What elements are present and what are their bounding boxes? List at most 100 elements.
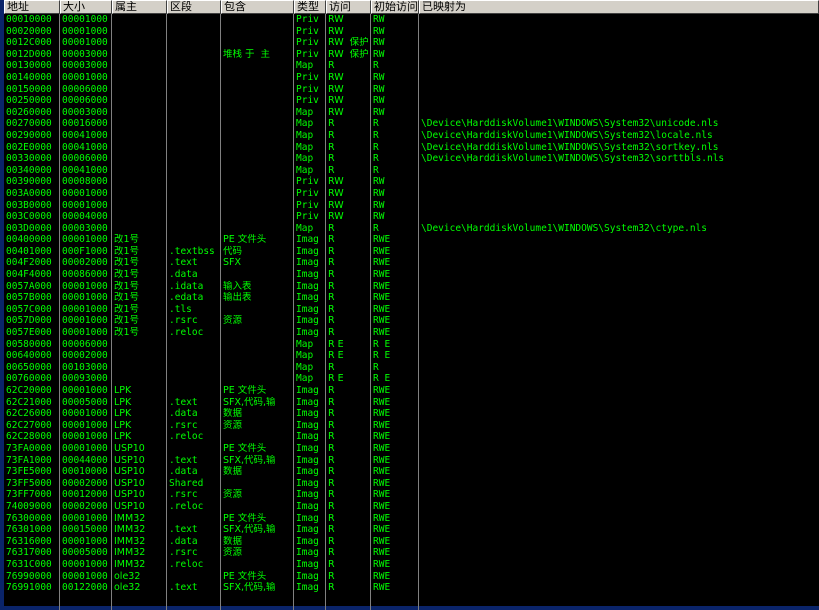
- cell-access: R: [328, 512, 335, 524]
- table-row[interactable]: 00650000 00103000 Map R R: [4, 362, 819, 374]
- column-header-addr[interactable]: 地址: [4, 0, 60, 14]
- table-row[interactable]: 00400000 00001000 改1号 PE 文件头 Imag R RWE: [4, 234, 819, 246]
- cell-mapped: [419, 571, 819, 583]
- table-row[interactable]: 00330000 00006000 Map R R \Device\HarddiskVol…: [4, 153, 819, 165]
- cell-section: .tls: [169, 303, 192, 315]
- table-row[interactable]: 004F2000 00002000 改1号 .text SFX Imag R RWE: [4, 257, 819, 269]
- cell-size: 00093000: [62, 373, 108, 385]
- table-row[interactable]: 73FE5000 00010000 USP10 .data 数据 Imag R RWE: [4, 466, 819, 478]
- table-row[interactable]: 62C28000 00001000 LPK .reloc Imag R RWE: [4, 431, 819, 443]
- table-row[interactable]: 0057C000 00001000 改1号 .tls Imag R RWE: [4, 304, 819, 316]
- table-row[interactable]: 00010000 00001000 Priv RW RW: [4, 14, 819, 26]
- cell-section: .data: [169, 408, 198, 420]
- table-row[interactable]: 00340000 00041000 Map R R: [4, 165, 819, 177]
- cell-size: 00001000: [62, 292, 108, 304]
- table-row[interactable]: 004F4000 00086000 改1号 .data Imag R RWE: [4, 269, 819, 281]
- cell-mapped: [419, 176, 819, 188]
- column-header-size[interactable]: 大小: [60, 0, 112, 14]
- column-divider: [370, 14, 371, 610]
- table-row[interactable]: 73FF7000 00012000 USP10 .rsrc 资源 Imag R RWE: [4, 489, 819, 501]
- table-row[interactable]: 76316000 00001000 IMM32 .data 数据 Imag R RWE: [4, 536, 819, 548]
- cell-contains: [221, 478, 294, 490]
- table-row[interactable]: 00580000 00006000 Map R E R E: [4, 339, 819, 351]
- table-row[interactable]: 00390000 00008000 Priv RW RW: [4, 176, 819, 188]
- column-header-section[interactable]: 区段: [167, 0, 221, 14]
- table-row[interactable]: 00290000 00041000 Map R R \Device\HarddiskVol…: [4, 130, 819, 142]
- column-header-type[interactable]: 类型: [294, 0, 326, 14]
- table-row[interactable]: 62C21000 00005000 LPK .text SFX,代码,输 Imag R RWE: [4, 397, 819, 409]
- table-row[interactable]: 00401000 000F1000 改1号 .textbss 代码 Imag R RWE: [4, 246, 819, 258]
- table-row[interactable]: 74009000 00002000 USP10 .reloc Imag R RWE: [4, 501, 819, 513]
- cell-contains: [221, 362, 294, 374]
- table-row[interactable]: 00130000 00003000 Map R R: [4, 60, 819, 72]
- table-row[interactable]: 0057B000 00001000 改1号 .edata 输出表 Imag R RWE: [4, 292, 819, 304]
- cell-size: 00001000: [62, 25, 108, 37]
- cell-mapped: [419, 524, 819, 536]
- table-row[interactable]: 73FF5000 00002000 USP10 Shared Imag R RWE: [4, 478, 819, 490]
- cell-addr: 76990000: [6, 570, 52, 582]
- column-header-mapped[interactable]: 已映射为: [419, 0, 819, 14]
- cell-addr: 73FF5000: [6, 477, 52, 489]
- column-header-contains[interactable]: 包含: [221, 0, 294, 14]
- cell-addr: 00390000: [6, 176, 52, 188]
- table-row[interactable]: 7631C000 00001000 IMM32 .reloc Imag R RWE: [4, 559, 819, 571]
- cell-owner: [112, 373, 167, 385]
- table-row[interactable]: 00760000 00093000 Map R E R E: [4, 373, 819, 385]
- cell-contains: [221, 130, 294, 142]
- table-row[interactable]: 003C0000 00004000 Priv RW RW: [4, 211, 819, 223]
- cell-initial: RWE: [373, 582, 391, 594]
- cell-contains: [221, 37, 294, 49]
- table-row[interactable]: 76317000 00005000 IMM32 .rsrc 资源 Imag R RWE: [4, 547, 819, 559]
- table-row[interactable]: 76991000 00122000 ole32 .text SFX,代码,输 Imag R R…: [4, 582, 819, 594]
- cell-owner: USP10: [114, 442, 145, 454]
- table-row[interactable]: 76990000 00001000 ole32 PE 文件头 Imag R RWE: [4, 571, 819, 583]
- cell-owner: LPK: [114, 408, 132, 420]
- memory-map-table[interactable]: 00010000 00001000 Priv RW RW 00020000 00001000…: [4, 14, 819, 610]
- column-header-owner[interactable]: 属主: [112, 0, 167, 14]
- table-row[interactable]: 00260000 00003000 Map RW RW: [4, 107, 819, 119]
- cell-contains: [221, 84, 294, 96]
- table-row[interactable]: 73FA1000 00044000 USP10 .text SFX,代码,输 Imag R R…: [4, 455, 819, 467]
- cell-mapped: [419, 315, 819, 327]
- cell-addr: 00140000: [6, 71, 52, 83]
- table-row[interactable]: 0012D000 00003000 堆栈 于 主 Priv RW 保护 RW: [4, 49, 819, 61]
- table-row[interactable]: 00270000 00016000 Map R R \Device\HarddiskVol…: [4, 118, 819, 130]
- table-row[interactable]: 00250000 00006000 Priv RW RW: [4, 95, 819, 107]
- table-row[interactable]: 76300000 00001000 IMM32 PE 文件头 Imag R RWE: [4, 513, 819, 525]
- table-row[interactable]: 003A0000 00001000 Priv RW RW: [4, 188, 819, 200]
- cell-size: 00001000: [62, 14, 108, 25]
- cell-initial: RW: [373, 176, 385, 188]
- table-row[interactable]: 00140000 00001000 Priv RW RW: [4, 72, 819, 84]
- cell-initial: R E: [373, 338, 391, 350]
- cell-mapped: [419, 489, 819, 501]
- table-row[interactable]: 0057D000 00001000 改1号 .rsrc 资源 Imag R RWE: [4, 315, 819, 327]
- table-row[interactable]: 003D0000 00003000 Map R R \Device\HarddiskVol…: [4, 223, 819, 235]
- cell-type: Map: [296, 373, 314, 385]
- table-row[interactable]: 0057A000 00001000 改1号 .idata 输入表 Imag R RWE: [4, 281, 819, 293]
- table-row[interactable]: 0012C000 00001000 Priv RW 保护 RW: [4, 37, 819, 49]
- cell-owner: [112, 107, 167, 119]
- cell-owner: IMM32: [114, 512, 146, 524]
- table-row[interactable]: 76301000 00015000 IMM32 .text SFX,代码,输 Imag R R…: [4, 524, 819, 536]
- cell-type: Map: [296, 141, 314, 153]
- column-header-initial[interactable]: 初始访问: [371, 0, 419, 14]
- column-header-access[interactable]: 访问: [326, 0, 371, 14]
- cell-size: 00005000: [62, 547, 108, 559]
- cell-section: [167, 60, 221, 72]
- cell-mapped: [419, 431, 819, 443]
- table-row[interactable]: 62C26000 00001000 LPK .data 数据 Imag R RWE: [4, 408, 819, 420]
- table-row[interactable]: 62C27000 00001000 LPK .rsrc 资源 Imag R RWE: [4, 420, 819, 432]
- table-row[interactable]: 73FA0000 00001000 USP10 PE 文件头 Imag R RWE: [4, 443, 819, 455]
- cell-owner: LPK: [114, 396, 132, 408]
- table-row[interactable]: 003B0000 00001000 Priv RW RW: [4, 200, 819, 212]
- cell-section: .data: [169, 466, 198, 478]
- cell-initial: RW: [373, 25, 385, 37]
- table-row[interactable]: 0057E000 00001000 改1号 .reloc Imag R RWE: [4, 327, 819, 339]
- table-row[interactable]: 00020000 00001000 Priv RW RW: [4, 26, 819, 38]
- cell-type: Imag: [296, 582, 319, 594]
- cell-contains: [221, 188, 294, 200]
- table-row[interactable]: 002E0000 00041000 Map R R \Device\HarddiskVol…: [4, 142, 819, 154]
- table-row[interactable]: 00150000 00006000 Priv RW RW: [4, 84, 819, 96]
- table-row[interactable]: 00640000 00002000 Map R E R E: [4, 350, 819, 362]
- table-row[interactable]: 62C20000 00001000 LPK PE 文件头 Imag R RWE: [4, 385, 819, 397]
